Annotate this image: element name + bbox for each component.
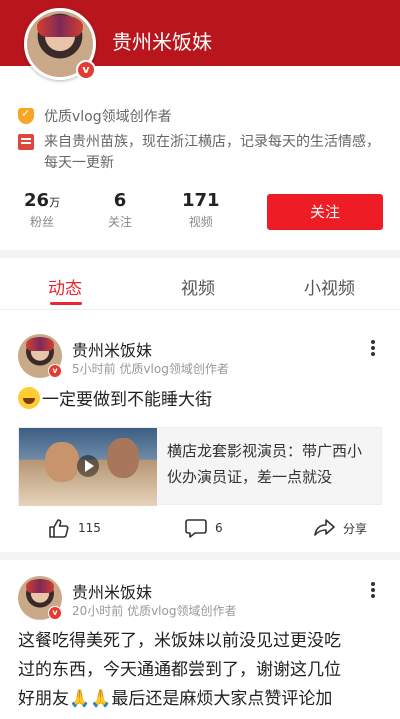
more-options-icon[interactable] [368, 580, 378, 600]
tab-active-indicator [50, 302, 82, 305]
post-author[interactable]: 贵州米饭妹 [72, 337, 152, 361]
creator-badge-icon [18, 107, 34, 124]
fans-label: 粉丝 [30, 215, 55, 229]
content-tabs: 动态 视频 小视频 [0, 260, 400, 310]
post-meta: 5小时前 优质vlog领域创作者 [72, 362, 229, 376]
stat-following[interactable]: 6 关注 [108, 190, 132, 230]
thumbnail-person [45, 442, 79, 482]
creator-tag-text: 优质vlog领域创作者 [44, 109, 172, 125]
following-count: 6 [113, 190, 127, 211]
tab-videos[interactable]: 视频 [181, 274, 215, 299]
post-author[interactable]: 贵州米饭妹 [72, 579, 152, 603]
videos-label: 视频 [188, 215, 213, 229]
tab-short-videos[interactable]: 小视频 [304, 274, 355, 299]
follow-button[interactable]: 关注 [267, 194, 383, 230]
praying-hands-icon: 🙏🙏 [69, 689, 112, 709]
comment-button[interactable]: 6 [185, 518, 223, 538]
share-icon [314, 519, 335, 536]
avatar-hat [37, 15, 83, 37]
section-divider [0, 250, 400, 258]
post-text: 一定要做到不能睡大街 [18, 386, 384, 414]
post-text-line: 好朋友🙏🙏最后还是麻烦大家点赞评论加 [18, 685, 384, 714]
verified-icon: v [76, 60, 96, 80]
play-icon [77, 455, 99, 477]
profile-name: 贵州米饭妹 [112, 30, 212, 54]
avatar-hat [26, 579, 54, 593]
thumbnail-person [107, 438, 139, 478]
comment-count: 6 [215, 521, 223, 535]
comment-icon [185, 519, 207, 538]
like-button[interactable]: 115 [48, 518, 101, 538]
verified-icon: v [48, 606, 62, 620]
post-meta: 20小时前 优质vlog领域创作者 [72, 604, 237, 618]
bio-row: 来自贵州苗族，现在浙江横店，记录每天的生活情感，每天一更新 [18, 132, 384, 174]
fans-count: 26 [24, 190, 50, 211]
tab-dynamics[interactable]: 动态 [48, 274, 82, 299]
videos-count: 171 [182, 190, 220, 211]
post-text-content: 一定要做到不能睡大街 [42, 390, 212, 410]
stat-fans[interactable]: 26万 粉丝 [24, 190, 60, 230]
thumbs-up-icon [49, 519, 69, 538]
post-text-line: 过的东西，今天通通都尝到了，谢谢这几位 [18, 660, 341, 680]
section-divider [0, 552, 400, 560]
stat-videos[interactable]: 171 视频 [182, 190, 220, 230]
like-count: 115 [78, 521, 101, 535]
fans-unit: 万 [49, 196, 61, 209]
share-label: 分享 [343, 521, 368, 536]
bio-icon [18, 134, 34, 150]
following-label: 关注 [108, 215, 133, 229]
link-thumbnail [19, 428, 157, 506]
link-title: 横店龙套影视演员：带广西小伙办演员证，差一点就没 [167, 442, 363, 486]
post-text: 这餐吃得美死了，米饭妹以前没见过更没吃 过的东西，今天通通都尝到了，谢谢这几位 … [18, 627, 384, 714]
post-text-part: 好朋友 [18, 689, 69, 709]
verified-icon: v [48, 364, 62, 378]
more-options-icon[interactable] [368, 338, 378, 358]
post-text-part: 最后还是麻烦大家点赞评论加 [111, 689, 333, 709]
creator-tag-row: 优质vlog领域创作者 [18, 106, 172, 126]
post-text-line: 这餐吃得美死了，米饭妹以前没见过更没吃 [18, 631, 341, 651]
laughing-emoji-icon [18, 387, 40, 409]
bio-text: 来自贵州苗族，现在浙江横店，记录每天的生活情感，每天一更新 [44, 134, 380, 171]
share-button[interactable]: 分享 [313, 518, 367, 538]
avatar-hat [26, 337, 54, 351]
post-actions: 115 6 分享 [0, 508, 400, 548]
link-card[interactable]: 横店龙套影视演员：带广西小伙办演员证，差一点就没 [18, 427, 382, 506]
